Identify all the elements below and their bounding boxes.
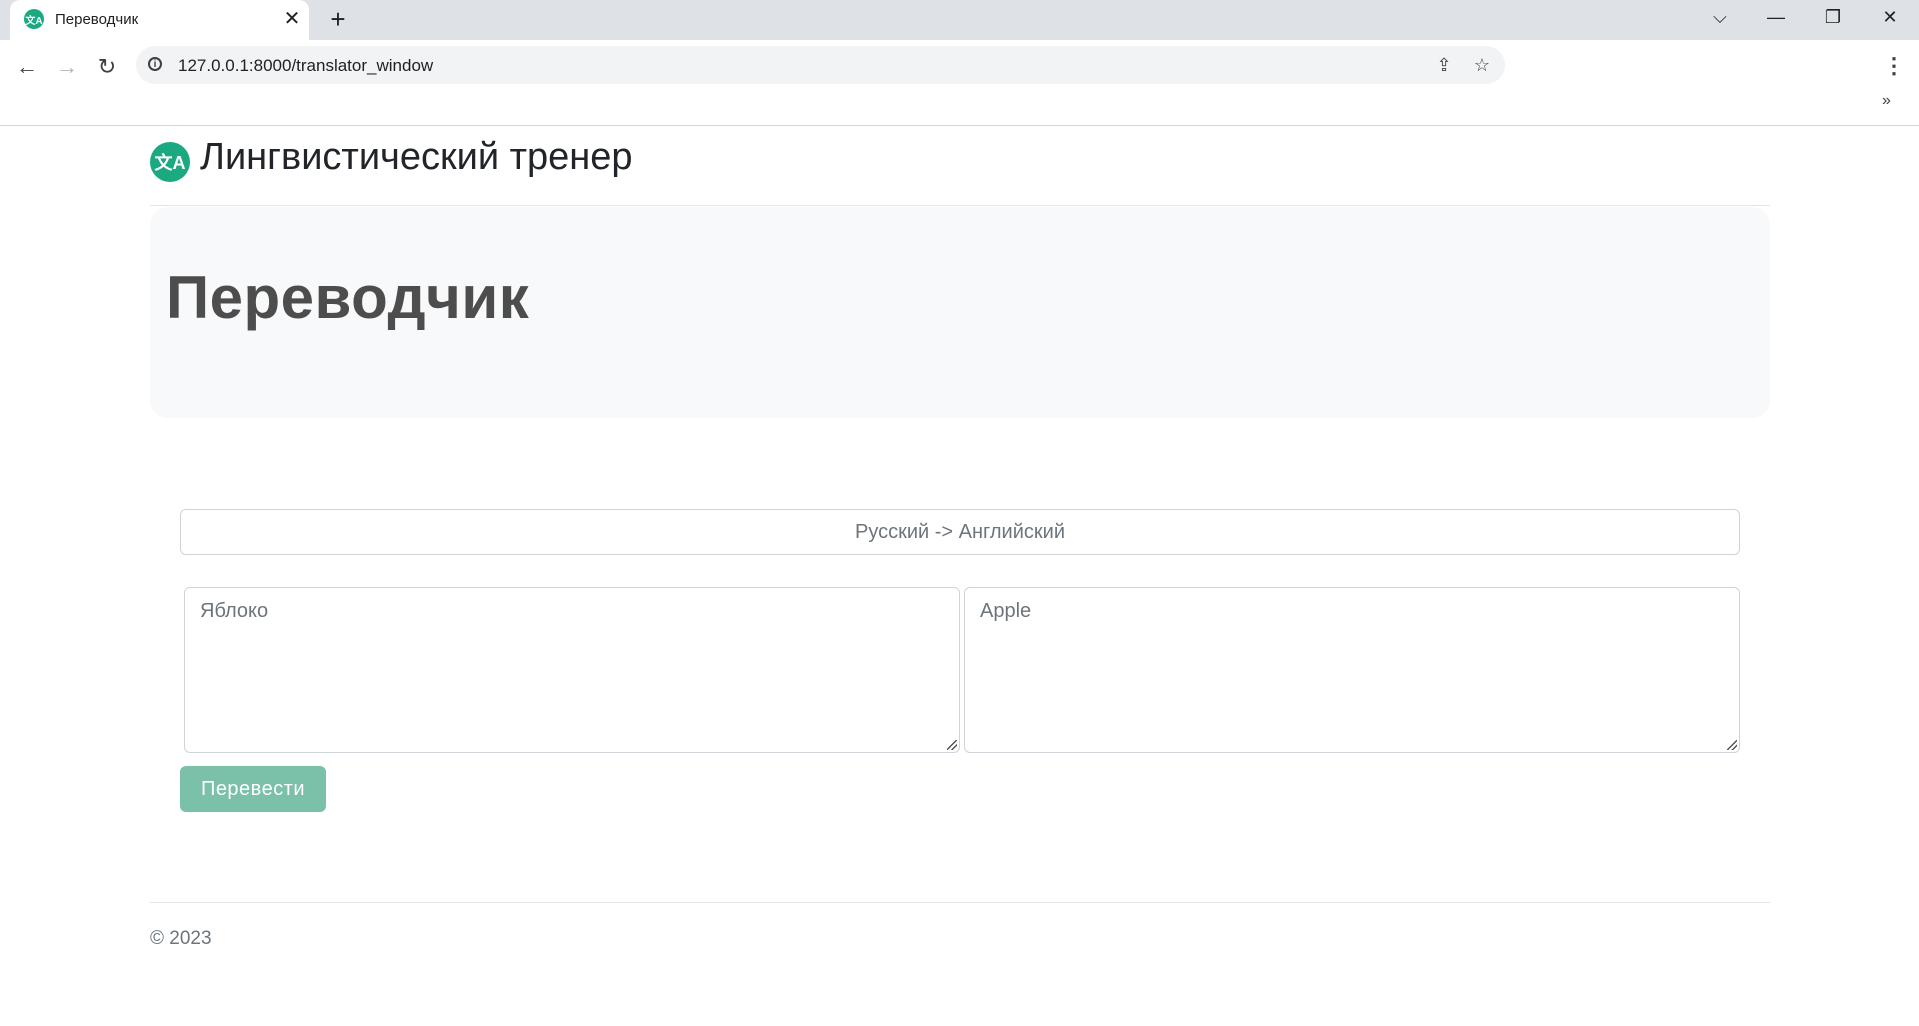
- star-icon[interactable]: ☆: [1469, 52, 1495, 78]
- hero-panel: Переводчик: [150, 207, 1770, 418]
- minimize-icon[interactable]: —: [1752, 2, 1800, 32]
- source-text: Яблоко: [200, 600, 269, 622]
- browser-tab[interactable]: 文A Переводчик ✕: [10, 0, 309, 40]
- language-direction-button[interactable]: Русский -> Английский: [180, 509, 1740, 555]
- chevron-double-right-icon[interactable]: »: [1882, 92, 1891, 110]
- chevron-down-icon[interactable]: ⌵: [1696, 2, 1744, 32]
- translate-button[interactable]: Перевести: [180, 766, 326, 812]
- brand-name[interactable]: Лингвистический тренер: [200, 136, 633, 179]
- footer-copyright: © 2023: [150, 928, 212, 949]
- address-bar[interactable]: i 127.0.0.1:8000/translator_window ⇪ ☆: [136, 46, 1505, 84]
- footer-divider: [150, 902, 1770, 903]
- plus-icon[interactable]: +: [323, 4, 353, 34]
- resize-handle[interactable]: [947, 740, 957, 750]
- target-text: Apple: [980, 600, 1032, 622]
- info-icon[interactable]: i: [148, 57, 162, 71]
- browser-toolbar: ← → ↻ i 127.0.0.1:8000/translator_window…: [0, 40, 1919, 126]
- target-text-field[interactable]: Apple: [964, 587, 1740, 753]
- reload-icon[interactable]: ↻: [89, 49, 125, 85]
- url-text[interactable]: 127.0.0.1:8000/translator_window: [178, 56, 433, 76]
- back-arrow-icon[interactable]: ←: [9, 49, 45, 85]
- close-icon[interactable]: ✕: [280, 6, 304, 30]
- translate-icon: 文A: [24, 9, 44, 29]
- tab-title: Переводчик: [55, 11, 139, 28]
- source-text-field[interactable]: Яблоко: [184, 587, 960, 753]
- restore-icon[interactable]: ❐: [1809, 2, 1857, 32]
- share-icon[interactable]: ⇪: [1431, 52, 1457, 78]
- site-header: 文A Лингвистический тренер: [150, 126, 1770, 206]
- kebab-menu-icon[interactable]: ⋮: [1880, 48, 1908, 84]
- close-window-icon[interactable]: ✕: [1866, 2, 1914, 32]
- translate-icon[interactable]: 文A: [150, 142, 190, 182]
- forward-arrow-icon[interactable]: →: [49, 49, 85, 85]
- browser-tab-bar: 文A Переводчик ✕ + ⌵ — ❐ ✕: [0, 0, 1919, 40]
- page-title: Переводчик: [166, 264, 530, 331]
- resize-handle[interactable]: [1727, 740, 1737, 750]
